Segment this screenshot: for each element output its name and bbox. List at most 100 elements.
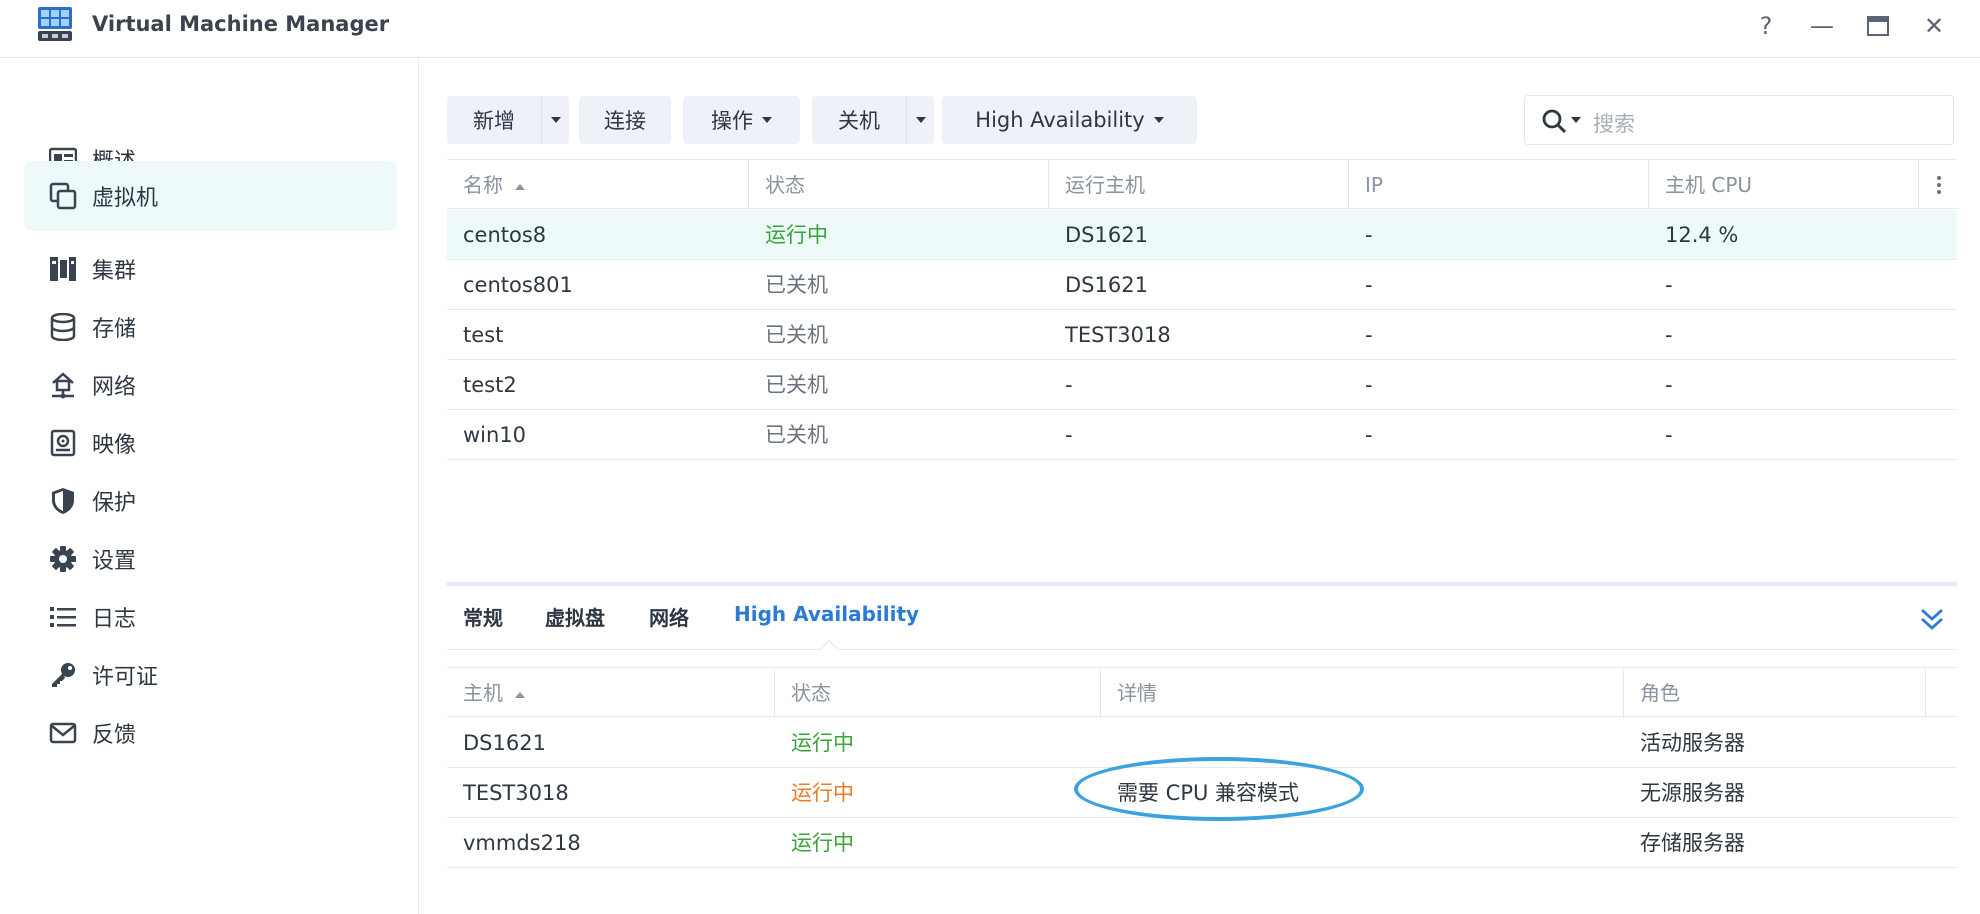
key-icon	[48, 660, 78, 690]
vm-host: DS1621	[1065, 223, 1148, 247]
vm-host: DS1621	[1065, 273, 1148, 297]
maximize-button[interactable]	[1862, 10, 1894, 42]
sidebar-item-virtual-machine[interactable]: 虚拟机	[24, 161, 397, 231]
column-header-status[interactable]: 状态	[775, 668, 1101, 718]
vm-name: centos801	[463, 273, 573, 297]
vm-status: 已关机	[765, 373, 828, 397]
search-input[interactable]: 搜索	[1524, 95, 1954, 145]
maximize-icon	[1867, 16, 1889, 36]
vm-ip: -	[1365, 373, 1373, 397]
sidebar-item-label: 虚拟机	[92, 186, 159, 211]
vm-table-header: 名称 状态 运行主机 IP 主机 CPU	[447, 159, 1957, 210]
ha-status: 运行中	[791, 831, 854, 855]
vm-host: -	[1065, 423, 1073, 447]
sort-ascending-icon	[515, 183, 526, 190]
vm-status: 已关机	[765, 273, 828, 297]
image-icon	[48, 428, 78, 458]
chevron-down-icon	[1153, 117, 1164, 123]
column-options-icon[interactable]	[1927, 172, 1951, 198]
tab-high-availability[interactable]: High Availability	[734, 602, 919, 626]
vm-status: 已关机	[765, 323, 828, 347]
action-button-label: 操作	[711, 109, 753, 133]
storage-icon	[48, 312, 78, 342]
ha-status: 运行中	[791, 731, 854, 755]
column-header-status[interactable]: 状态	[749, 160, 1049, 210]
sidebar-item-label: 网络	[92, 375, 137, 400]
table-row[interactable]: test 已关机 TEST3018 - -	[447, 310, 1957, 360]
vm-cpu: -	[1665, 373, 1673, 397]
column-header-host[interactable]: 运行主机	[1049, 160, 1349, 210]
list-icon	[48, 602, 78, 632]
action-menu-button[interactable]: 操作	[683, 96, 800, 144]
chevron-down-icon	[762, 117, 772, 123]
ha-role: 存储服务器	[1640, 831, 1745, 855]
vm-name: win10	[463, 423, 527, 447]
app-logo-icon	[38, 7, 72, 41]
vm-cpu: -	[1665, 323, 1673, 347]
ha-host: vmmds218	[463, 831, 581, 855]
vm-name: centos8	[463, 223, 547, 247]
table-row[interactable]: centos801 已关机 DS1621 - -	[447, 260, 1957, 310]
vm-host: -	[1065, 373, 1073, 397]
ha-role: 无源服务器	[1640, 781, 1745, 805]
column-header-name[interactable]: 名称	[447, 160, 749, 210]
panel-splitter[interactable]	[447, 582, 1957, 586]
ha-menu-button[interactable]: High Availability	[942, 96, 1197, 144]
column-header-details[interactable]: 详情	[1101, 668, 1624, 718]
connect-button[interactable]: 连接	[579, 96, 671, 144]
vm-cpu: -	[1665, 273, 1673, 297]
create-button-label: 新增	[473, 109, 515, 133]
shutdown-dropdown-button[interactable]	[906, 96, 934, 144]
connect-button-label: 连接	[604, 109, 646, 133]
active-tab-pointer-icon	[818, 640, 840, 652]
chevron-down-icon	[915, 117, 926, 123]
vm-ip: -	[1365, 323, 1373, 347]
shutdown-button[interactable]: 关机	[812, 96, 906, 144]
tab-virtual-disk[interactable]: 虚拟盘	[545, 602, 605, 631]
sidebar-item-label: 集群	[92, 259, 137, 284]
create-button[interactable]: 新增	[447, 96, 541, 144]
sidebar-item-label: 保护	[92, 491, 137, 516]
vm-name: test	[463, 323, 504, 347]
ha-button-label: High Availability	[975, 108, 1145, 132]
sidebar-item-label: 设置	[92, 549, 137, 574]
ha-detail	[1101, 718, 1117, 768]
close-button[interactable]: ✕	[1918, 10, 1950, 42]
chevron-down-icon[interactable]	[1571, 117, 1581, 123]
network-icon	[48, 370, 78, 400]
help-button[interactable]: ?	[1750, 10, 1782, 42]
table-row[interactable]: vmmds218 运行中 存储服务器	[447, 818, 1957, 868]
vm-ip: -	[1365, 273, 1373, 297]
sidebar-item-label: 映像	[92, 433, 137, 458]
ha-table-header: 主机 状态 详情 角色	[447, 667, 1957, 718]
ha-role: 活动服务器	[1640, 731, 1745, 755]
column-header-ip[interactable]: IP	[1349, 160, 1649, 210]
tab-general[interactable]: 常规	[463, 602, 503, 631]
title-bar: Virtual Machine Manager ? — ✕	[0, 0, 1980, 58]
sidebar-item-label: 许可证	[92, 665, 159, 690]
column-header-cpu[interactable]: 主机 CPU	[1649, 160, 1919, 210]
cluster-icon	[48, 254, 78, 284]
ha-host: DS1621	[463, 731, 546, 755]
minimize-button[interactable]: —	[1806, 10, 1838, 42]
create-dropdown-button[interactable]	[541, 96, 569, 144]
tab-network[interactable]: 网络	[649, 602, 689, 631]
chevron-down-icon	[550, 117, 561, 123]
collapse-panel-button[interactable]	[1919, 606, 1945, 634]
sidebar-item-feedback[interactable]: 反馈	[24, 698, 397, 768]
sidebar-item-label: 存储	[92, 317, 137, 342]
ha-host: TEST3018	[463, 781, 569, 805]
search-placeholder: 搜索	[1593, 112, 1635, 136]
gear-icon	[48, 544, 78, 574]
ha-status: 运行中	[791, 781, 854, 805]
table-row[interactable]: win10 已关机 - - -	[447, 410, 1957, 460]
column-header-host[interactable]: 主机	[447, 668, 775, 718]
sort-ascending-icon	[515, 691, 526, 698]
vm-ip: -	[1365, 223, 1373, 247]
vm-ip: -	[1365, 423, 1373, 447]
column-header-role[interactable]: 角色	[1624, 668, 1926, 718]
table-row[interactable]: centos8 运行中 DS1621 - 12.4 %	[447, 210, 1957, 260]
table-row[interactable]: test2 已关机 - - -	[447, 360, 1957, 410]
vm-status: 运行中	[765, 223, 828, 247]
vm-name: test2	[463, 373, 517, 397]
